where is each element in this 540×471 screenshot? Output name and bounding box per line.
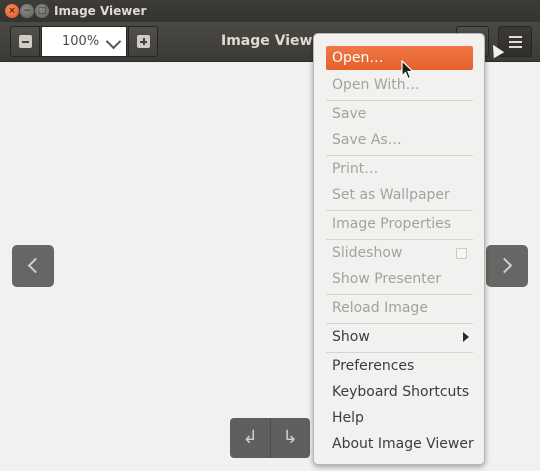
- zoom-out-button[interactable]: [10, 26, 40, 57]
- rotate-right-button[interactable]: ↳: [270, 418, 310, 458]
- menu-separator: [326, 100, 473, 101]
- app-menu-popover: Open… Open With… Save Save As… Print… Se…: [313, 33, 485, 465]
- menu-item-about[interactable]: About Image Viewer: [326, 432, 474, 456]
- menu-item-show[interactable]: Show: [326, 325, 473, 349]
- chevron-down-icon[interactable]: [105, 33, 122, 50]
- menu-separator: [326, 352, 473, 353]
- menu-item-print[interactable]: Print…: [326, 157, 473, 181]
- zoom-value[interactable]: 100%: [62, 34, 99, 49]
- hamburger-icon: [509, 36, 522, 38]
- menu-separator: [326, 210, 473, 211]
- menu-item-show-label: Show: [332, 329, 370, 345]
- window-title: Image Viewer: [54, 4, 147, 18]
- slideshow-checkbox[interactable]: [456, 248, 467, 259]
- menu-item-save[interactable]: Save: [326, 102, 473, 126]
- menu-item-show-presenter[interactable]: Show Presenter: [326, 267, 473, 291]
- menu-item-open-with[interactable]: Open With…: [326, 73, 473, 97]
- rotate-controls: ↲ ↳: [230, 418, 310, 458]
- next-image-button[interactable]: [486, 245, 528, 287]
- zoom-in-icon: [137, 35, 150, 48]
- submenu-arrow-icon: [463, 332, 469, 342]
- menu-separator: [326, 155, 473, 156]
- previous-image-button[interactable]: [12, 245, 54, 287]
- menu-separator: [326, 323, 473, 324]
- window-minimize-button[interactable]: −: [20, 4, 34, 18]
- window-close-button[interactable]: ×: [5, 4, 19, 18]
- zoom-in-button[interactable]: [128, 26, 158, 57]
- menu-item-slideshow-label: Slideshow: [332, 245, 403, 261]
- menu-item-reload-image[interactable]: Reload Image: [326, 296, 473, 320]
- window-titlebar: × − □ Image Viewer: [0, 0, 540, 22]
- rotate-left-icon: ↲: [242, 427, 258, 448]
- menu-separator: [326, 294, 473, 295]
- menu-item-save-as[interactable]: Save As…: [326, 128, 473, 152]
- rotate-left-button[interactable]: ↲: [230, 418, 271, 458]
- mouse-cursor-icon: [401, 60, 415, 80]
- zoom-out-icon: [19, 35, 32, 48]
- menu-item-help[interactable]: Help: [326, 406, 473, 430]
- chevron-right-icon: [496, 257, 513, 274]
- menu-item-set-as-wallpaper[interactable]: Set as Wallpaper: [326, 183, 473, 207]
- menu-item-preferences[interactable]: Preferences: [326, 354, 473, 378]
- menu-item-keyboard-shortcuts[interactable]: Keyboard Shortcuts: [326, 380, 473, 404]
- chevron-left-icon: [27, 257, 44, 274]
- menu-item-slideshow[interactable]: Slideshow: [326, 241, 473, 265]
- rotate-right-icon: ↳: [282, 427, 298, 448]
- zoom-combo[interactable]: 100%: [41, 26, 127, 57]
- menu-item-image-properties[interactable]: Image Properties: [326, 212, 473, 236]
- menu-item-open[interactable]: Open…: [326, 46, 473, 70]
- window-maximize-button[interactable]: □: [35, 4, 49, 18]
- menu-separator: [326, 239, 473, 240]
